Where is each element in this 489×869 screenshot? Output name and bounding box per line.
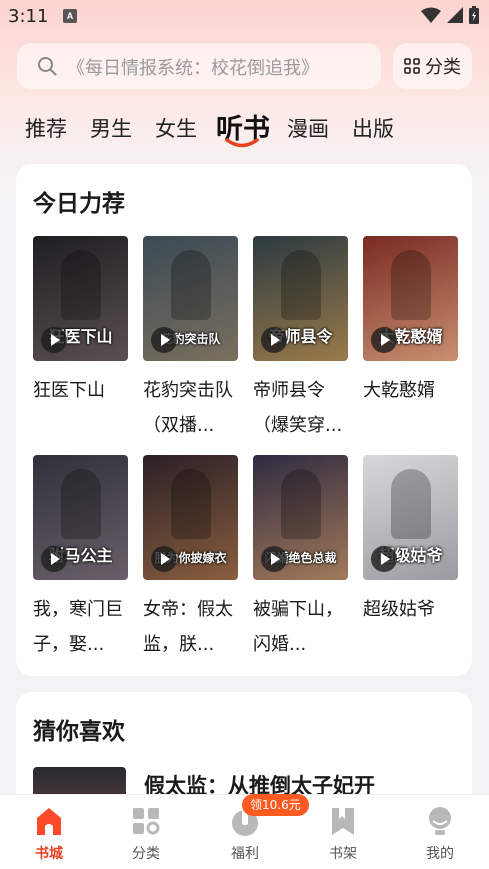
book-item[interactable]: 狂医下山 狂医下山: [33, 236, 128, 408]
nav-bookstore-label: 书城: [35, 846, 63, 862]
cover-figure: [391, 469, 431, 539]
home-icon: [37, 808, 61, 835]
battery-icon: [469, 6, 479, 24]
book-item[interactable]: 超级姑爷 超级姑爷: [363, 455, 458, 627]
bookmark-icon: [332, 808, 354, 835]
play-icon[interactable]: [371, 327, 397, 353]
book-item[interactable]: 花豹突击队花豹突击队（双播...: [143, 236, 238, 443]
tab-female[interactable]: 女生: [155, 113, 197, 143]
book-name: 帝师县令（爆笑穿...: [253, 380, 343, 436]
book-cover[interactable]: 花豹突击队: [143, 236, 238, 361]
book-cover[interactable]: 帝师县令: [253, 236, 348, 361]
play-icon[interactable]: [371, 546, 397, 572]
play-icon[interactable]: [151, 327, 177, 353]
book-item[interactable]: 朕为你披嫁衣女帝：假太监，朕...: [143, 455, 238, 662]
search-placeholder: 《每日情报系统：校花倒追我》: [67, 58, 319, 79]
nav-profile[interactable]: 我的: [400, 795, 480, 869]
book-name: 被骗下山，闪婚...: [253, 599, 343, 655]
guess-title: 猜你喜欢: [33, 719, 125, 745]
cover-figure: [171, 250, 211, 320]
cover-figure: [281, 250, 321, 320]
play-icon[interactable]: [41, 546, 67, 572]
book-cover[interactable]: 朕为你披嫁衣: [143, 455, 238, 580]
tab-comics[interactable]: 漫画: [287, 113, 329, 143]
wifi-icon: [421, 7, 441, 23]
book-name: 花豹突击队（双播...: [143, 380, 233, 436]
category-button-label: 分类: [425, 57, 461, 78]
book-cover[interactable]: 驸马公主: [33, 455, 128, 580]
nav-bookstore[interactable]: 书城: [9, 795, 89, 869]
welfare-badge[interactable]: 领10.6元: [242, 794, 309, 816]
cover-figure: [171, 469, 211, 539]
nav-profile-label: 我的: [426, 846, 454, 862]
search-bar[interactable]: 《每日情报系统：校花倒追我》: [17, 43, 381, 89]
book-name: 超级姑爷: [363, 599, 435, 620]
book-name: 我，寒门巨子，娶...: [33, 599, 123, 655]
play-icon[interactable]: [41, 327, 67, 353]
book-cover[interactable]: 闪婚绝色总裁: [253, 455, 348, 580]
book-name: 女帝：假太监，朕...: [143, 599, 233, 655]
signal-icon: [447, 7, 463, 23]
nav-category[interactable]: 分类: [106, 795, 186, 869]
play-icon[interactable]: [151, 546, 177, 572]
nav-welfare-label: 福利: [231, 846, 259, 862]
profile-icon: [429, 807, 451, 835]
play-icon[interactable]: [261, 327, 287, 353]
nav-bookshelf[interactable]: 书架: [303, 795, 383, 869]
nav-category-label: 分类: [132, 846, 160, 862]
active-tab-indicator: [225, 138, 259, 148]
status-time: 3:11: [8, 6, 49, 27]
cover-figure: [61, 469, 101, 539]
category-button[interactable]: 分类: [393, 43, 472, 89]
search-icon: [38, 57, 57, 76]
status-icons: [421, 6, 479, 24]
tab-publishing[interactable]: 出版: [352, 113, 394, 143]
book-name: 狂医下山: [33, 380, 105, 401]
book-item[interactable]: 大乾憨婿 大乾憨婿: [363, 236, 458, 408]
tab-male[interactable]: 男生: [90, 113, 132, 143]
recommend-card: 今日力荐 狂医下山 狂医下山 花豹突击队 花豹突击队（双播... 帝师县令 帝师县令（爆笑…: [16, 164, 472, 676]
tab-recommend[interactable]: 推荐: [25, 113, 67, 143]
book-item[interactable]: 帝师县令帝师县令（爆笑穿...: [253, 236, 348, 443]
book-cover[interactable]: 大乾憨婿: [363, 236, 458, 361]
nav-bookshelf-label: 书架: [329, 846, 357, 862]
book-item[interactable]: 驸马公主我，寒门巨子，娶...: [33, 455, 128, 662]
book-cover[interactable]: 狂医下山: [33, 236, 128, 361]
cover-figure: [61, 250, 101, 320]
book-name: 大乾憨婿: [363, 380, 435, 401]
play-icon[interactable]: [261, 546, 287, 572]
book-item[interactable]: 闪婚绝色总裁被骗下山，闪婚...: [253, 455, 348, 662]
book-cover[interactable]: 超级姑爷: [363, 455, 458, 580]
status-bar: 3:11 A: [0, 0, 489, 34]
cover-figure: [391, 250, 431, 320]
recommend-title: 今日力荐: [33, 191, 125, 217]
category-grid-icon: [404, 58, 420, 74]
cover-figure: [281, 469, 321, 539]
notification-app-icon: A: [63, 9, 77, 23]
grid-icon: [133, 808, 160, 835]
